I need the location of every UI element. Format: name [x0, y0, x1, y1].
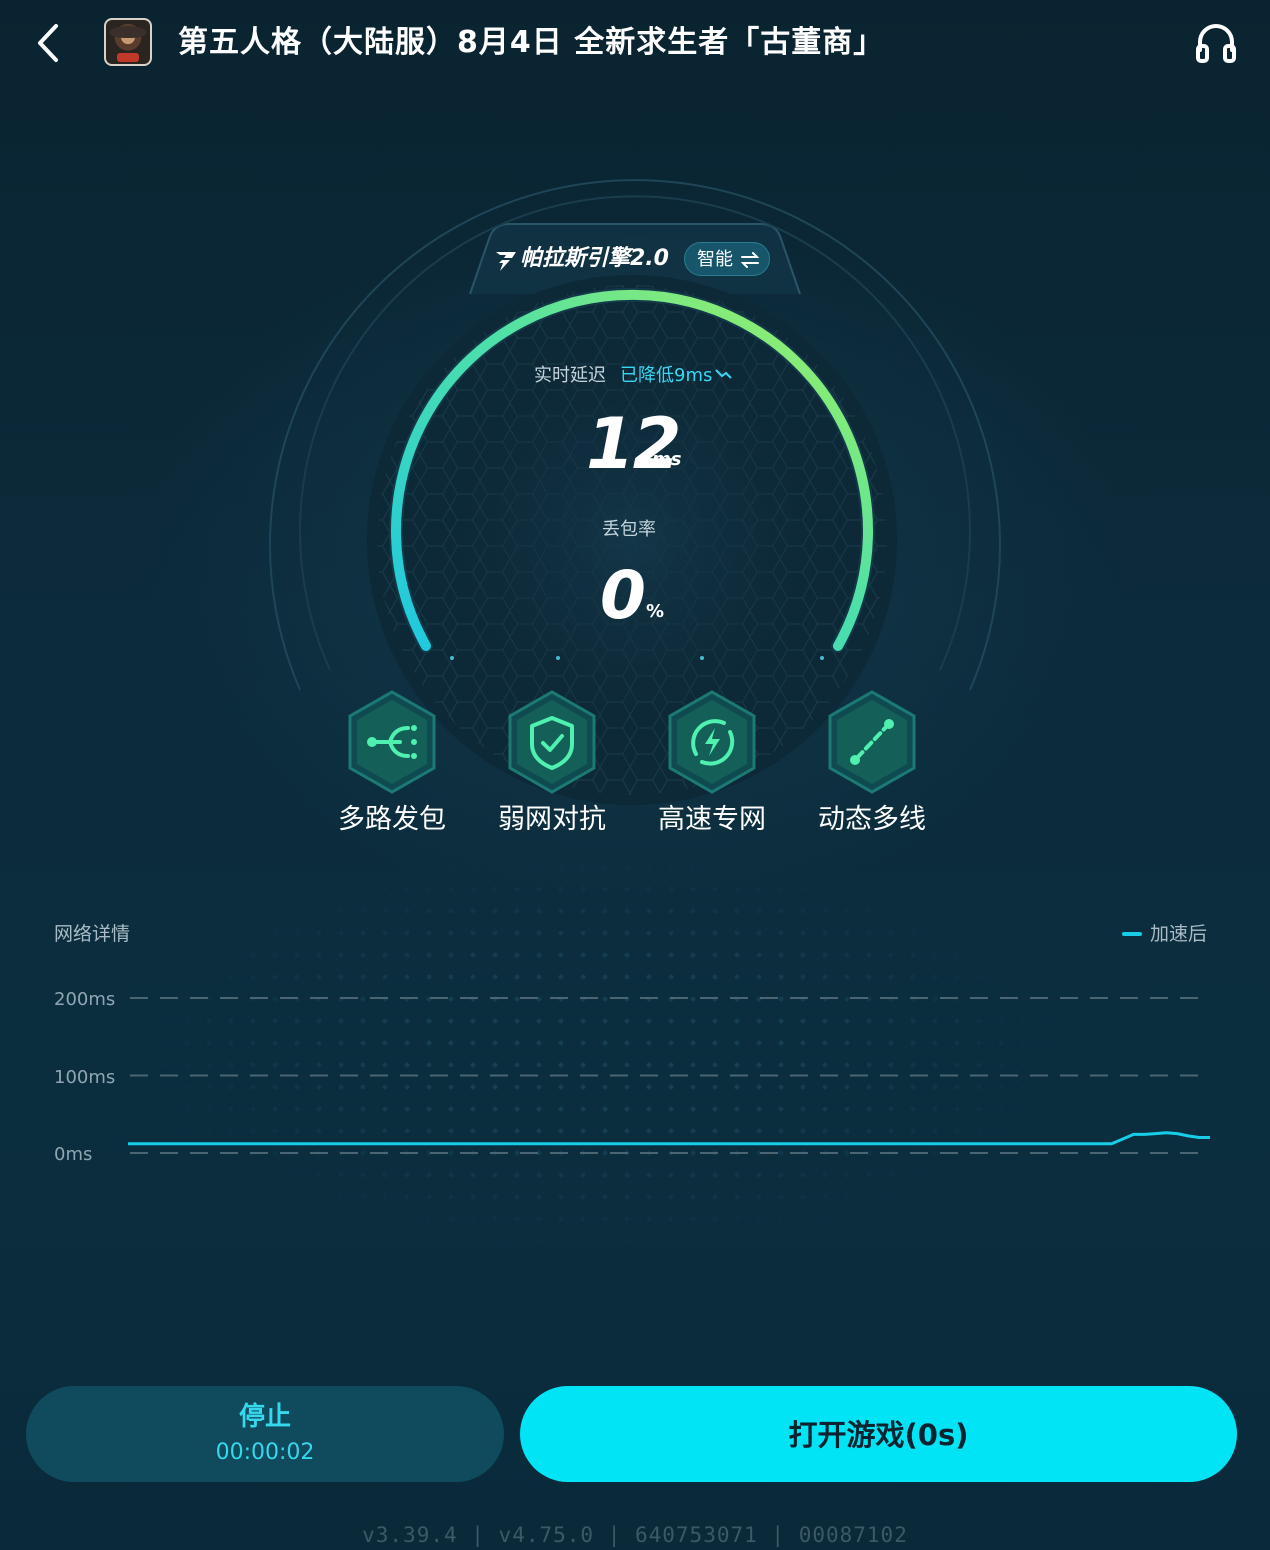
open-game-label: 打开游戏(0s) — [788, 1418, 969, 1452]
engine-name: 帕拉斯引擎2.0 — [520, 246, 669, 271]
feature-label: 动态多线 — [818, 804, 926, 835]
stop-label: 停止 — [238, 1402, 291, 1432]
chevron-left-icon — [38, 24, 58, 62]
game-avatar — [104, 18, 152, 66]
engine-mode-toggle[interactable]: 智能 — [684, 242, 770, 276]
stop-button[interactable]: 停止 00:00:02 — [26, 1386, 504, 1482]
series-line — [128, 1131, 1210, 1146]
top-bar: 第五人格（大陆服）8月4日 全新求生者「古董商」 — [0, 0, 1270, 90]
feature-dynamic-multiline[interactable]: 动态多线 — [812, 688, 932, 848]
page-title: 第五人格（大陆服）8月4日 全新求生者「古董商」 — [178, 25, 885, 60]
shield-check-icon — [508, 690, 596, 794]
feature-multipath[interactable]: 多路发包 — [332, 688, 452, 848]
feature-weak-network[interactable]: 弱网对抗 — [492, 688, 612, 848]
multipath-icon — [348, 690, 436, 794]
swap-icon — [741, 252, 759, 268]
latency-chart — [128, 997, 1210, 1154]
feature-label: 多路发包 — [338, 804, 446, 835]
packet-loss-label: 丢包率 — [602, 519, 656, 540]
route-link-icon — [828, 690, 916, 794]
latency-label: 实时延迟 — [534, 365, 606, 386]
elapsed-timer: 00:00:02 — [215, 1440, 315, 1465]
network-details-title: 网络详情 — [54, 923, 131, 945]
legend-label: 加速后 — [1150, 923, 1208, 945]
latency-unit: ms — [652, 449, 682, 470]
customer-service-button[interactable] — [1194, 20, 1238, 66]
engine-mode-label: 智能 — [697, 249, 733, 270]
feature-label: 弱网对抗 — [498, 804, 606, 835]
feature-high-speed[interactable]: 高速专网 — [652, 688, 772, 848]
legend-swatch — [1122, 932, 1142, 936]
headset-icon — [1196, 24, 1236, 63]
back-button[interactable] — [28, 18, 72, 68]
packet-loss-value: 0 — [600, 557, 646, 634]
feature-label: 高速专网 — [658, 804, 766, 835]
latency-reduced: 已降低9ms — [620, 365, 713, 386]
engine-logo-icon — [496, 252, 516, 271]
latency-value: 12 — [586, 403, 681, 485]
lightning-ring-icon — [668, 690, 756, 794]
open-game-button[interactable]: 打开游戏(0s) — [520, 1386, 1237, 1482]
version-info: v3.39.4 | v4.75.0 | 640753071 | 00087102 — [362, 1523, 908, 1547]
packet-loss-unit: % — [646, 601, 665, 622]
